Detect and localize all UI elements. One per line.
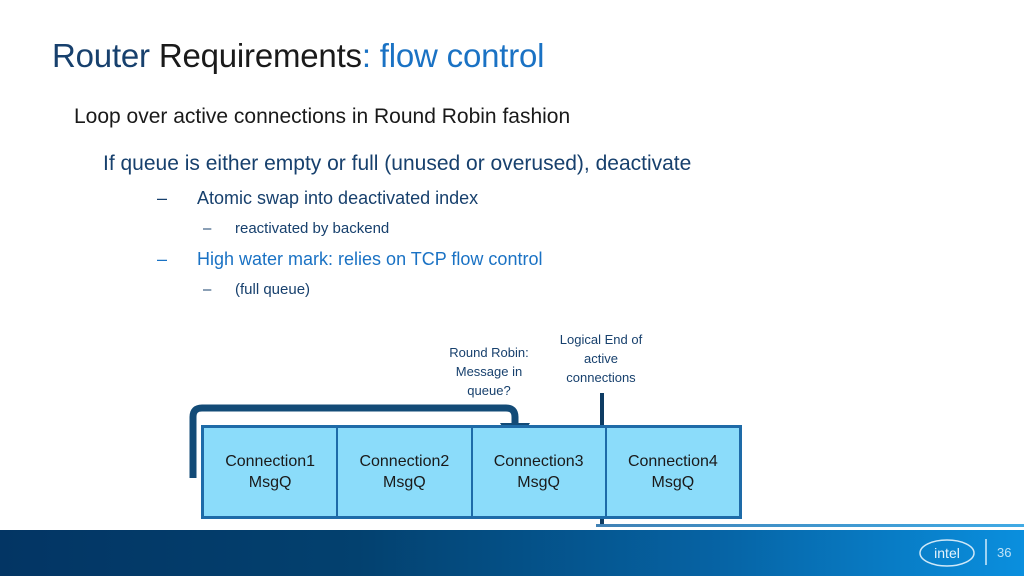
intel-logo: intel: [919, 539, 975, 567]
page-title: Router Requirements: flow control: [52, 36, 545, 76]
bullet-level4-full-queue-label: (full queue): [235, 281, 311, 298]
bullet-dash-icon: –: [157, 188, 168, 208]
bullet-dash-icon: –: [157, 249, 168, 269]
title-part-flow-control: flow control: [379, 37, 545, 74]
queue-box-name: Connection2: [359, 453, 450, 470]
queue-box-connection3: Connection3 MsgQ: [472, 428, 607, 516]
queue-box-connection4: Connection4 MsgQ: [606, 428, 739, 516]
bullet-dash-icon: –: [203, 281, 212, 298]
queue-box-name: Connection3: [493, 453, 584, 470]
bullet-dash-icon: –: [203, 220, 212, 237]
bullet-level4-reactivated: – reactivated by backend: [203, 219, 389, 239]
bullet-level3-high-water-mark-label: High water mark: relies on TCP flow cont…: [197, 249, 543, 269]
queue-box-connection2: Connection2 MsgQ: [338, 428, 473, 516]
logical-end-label-line2: active: [584, 351, 618, 366]
queue-box-connection1: Connection1 MsgQ: [204, 428, 339, 516]
slide-footer: [0, 530, 1024, 576]
intel-logo-text: intel: [934, 545, 960, 561]
bullet-level1-loop: Loop over active connections in Round Ro…: [74, 105, 571, 128]
queue-box-queue: MsgQ: [248, 474, 292, 491]
round-robin-label-line2: Message in: [455, 364, 523, 379]
connection-queue-row: Connection1 MsgQ Connection2 MsgQ Connec…: [201, 425, 742, 519]
queue-box-queue: MsgQ: [383, 474, 426, 491]
slide: Router Requirements: flow control Loop o…: [0, 0, 1024, 576]
queue-box-name: Connection4: [627, 453, 718, 470]
logical-end-label-line1: Logical End of: [559, 332, 643, 347]
footer-divider: [985, 539, 987, 565]
title-part-colon: :: [361, 37, 380, 74]
title-part-requirements: Requirements: [158, 37, 362, 74]
bullet-level4-full-queue: – (full queue): [203, 280, 310, 300]
queue-box-name: Connection1: [225, 453, 316, 470]
page-number: 36: [997, 545, 1012, 560]
title-part-router: Router: [52, 37, 159, 74]
bullet-level4-reactivated-label: reactivated by backend: [235, 220, 390, 237]
queue-box-queue: MsgQ: [651, 474, 695, 491]
footer-accent-line: [596, 524, 1024, 527]
bullet-level2-if-queue: If queue is either empty or full (unused…: [103, 152, 692, 175]
queue-box-queue: MsgQ: [517, 474, 560, 491]
round-robin-label-line1: Round Robin:: [449, 345, 529, 360]
bullet-level3-atomic-swap-label: Atomic swap into deactivated index: [197, 188, 479, 208]
bullet-level3-atomic-swap: – Atomic swap into deactivated index: [157, 187, 478, 210]
round-robin-label: Round Robin: Message in queue?: [429, 343, 549, 400]
logical-end-label-line3: connections: [566, 370, 636, 385]
logical-end-label: Logical End of active connections: [543, 330, 659, 387]
bullet-level3-high-water-mark: – High water mark: relies on TCP flow con…: [157, 248, 542, 271]
round-robin-label-line3: queue?: [467, 383, 511, 398]
